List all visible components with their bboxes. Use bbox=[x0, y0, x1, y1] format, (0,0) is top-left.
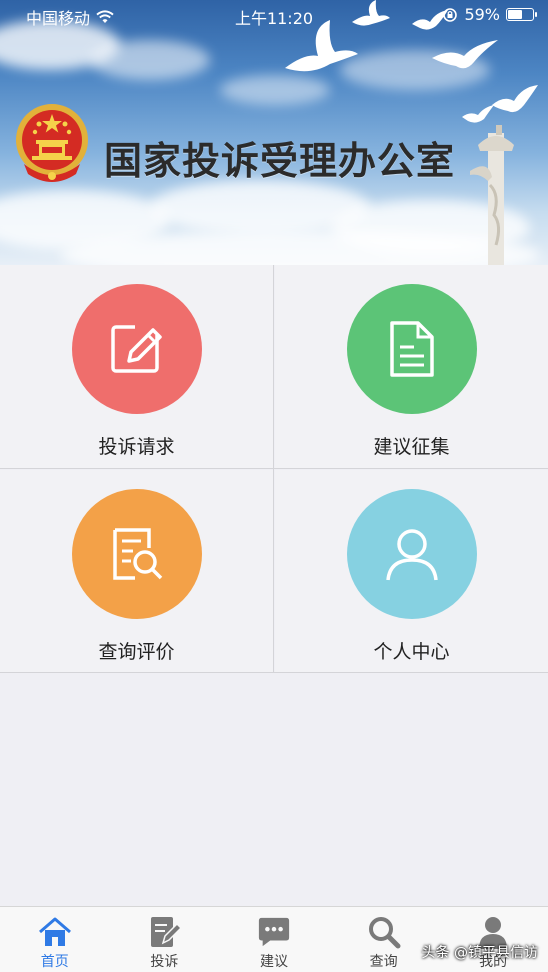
tile-circle bbox=[71, 489, 202, 619]
status-bar: 中国移动 上午11:20 59% bbox=[0, 0, 548, 30]
tile-suggestion-collection[interactable]: 建议征集 bbox=[275, 265, 548, 468]
orientation-lock-icon bbox=[443, 7, 458, 22]
tab-home[interactable]: 首页 bbox=[0, 907, 110, 972]
home-icon bbox=[38, 917, 71, 946]
tile-label: 投诉请求 bbox=[98, 436, 175, 458]
header-banner: 中国移动 上午11:20 59% 国家投诉受理办公室 bbox=[0, 0, 548, 265]
tile-label: 个人中心 bbox=[373, 641, 450, 663]
feature-grid: 投诉请求 建议征集 查询评价 个人中心 bbox=[0, 265, 548, 673]
user-icon bbox=[385, 529, 438, 581]
tile-complaint-request[interactable]: 投诉请求 bbox=[0, 265, 273, 468]
battery-percent: 59% bbox=[464, 5, 500, 24]
tab-label: 建议 bbox=[259, 954, 288, 970]
page-title: 国家投诉受理办公室 bbox=[104, 139, 456, 183]
tile-circle bbox=[346, 284, 477, 414]
grid-divider bbox=[273, 265, 274, 673]
search-document-icon bbox=[112, 528, 162, 580]
tab-label: 投诉 bbox=[150, 954, 179, 970]
tab-suggestion[interactable]: 建议 bbox=[219, 907, 329, 972]
tile-circle bbox=[346, 489, 477, 619]
tile-label: 建议征集 bbox=[373, 436, 450, 458]
tab-complaint[interactable]: 投诉 bbox=[110, 907, 220, 972]
battery-icon bbox=[506, 8, 537, 21]
tab-mine[interactable]: 我的 bbox=[438, 907, 548, 972]
tile-label: 查询评价 bbox=[98, 641, 175, 663]
dove-icon bbox=[432, 40, 498, 69]
tab-label: 查询 bbox=[369, 954, 398, 970]
national-emblem-icon bbox=[16, 104, 88, 182]
watermark: 头条 @镇平县信访 bbox=[421, 945, 538, 961]
tile-personal-center[interactable]: 个人中心 bbox=[275, 470, 548, 673]
dove-icon bbox=[492, 85, 538, 113]
search-icon bbox=[368, 917, 401, 949]
tab-query[interactable]: 查询 bbox=[329, 907, 439, 972]
tile-circle bbox=[71, 284, 202, 414]
complaint-icon bbox=[151, 917, 182, 947]
chat-icon bbox=[258, 917, 290, 947]
dove-icon bbox=[462, 105, 494, 123]
grid-divider bbox=[0, 672, 548, 673]
grid-divider bbox=[0, 468, 548, 469]
edit-icon bbox=[110, 321, 162, 373]
tile-query-evaluate[interactable]: 查询评价 bbox=[0, 470, 273, 673]
bottom-tab-bar: 首页 投诉 建议 查询 我的 bbox=[0, 906, 548, 972]
pillar-decoration bbox=[470, 125, 514, 265]
tab-label: 首页 bbox=[40, 954, 69, 970]
document-icon bbox=[389, 321, 434, 377]
